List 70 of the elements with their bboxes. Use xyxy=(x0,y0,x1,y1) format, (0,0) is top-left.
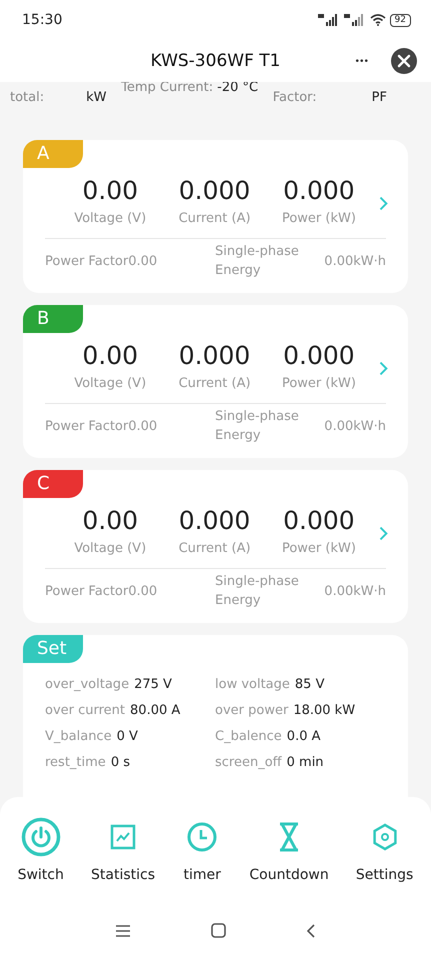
energy-value: 0.00kW·h xyxy=(324,254,386,268)
current-value: 0.000 xyxy=(178,341,250,370)
summary-label: total: xyxy=(10,90,44,105)
nav-button[interactable]: timer xyxy=(182,817,222,883)
setting-label: low voltage xyxy=(215,677,290,692)
current-label: Current (A) xyxy=(178,376,251,391)
status-time: 15:30 xyxy=(22,12,62,28)
power-factor: Power Factor0.00 xyxy=(45,418,158,434)
setting-value: 0 s xyxy=(110,755,130,770)
energy-label: Single-phase Energy xyxy=(215,408,300,445)
summary-value: kW xyxy=(86,90,106,105)
voltage-label: Voltage (V) xyxy=(74,376,146,391)
signal-icon xyxy=(318,14,340,26)
nav-button[interactable]: Statistics xyxy=(91,817,156,883)
setting-label: over power xyxy=(215,703,288,718)
setting-value: 0 min xyxy=(286,755,324,770)
nav-button[interactable]: Countdown xyxy=(249,817,329,883)
home-icon[interactable] xyxy=(211,923,226,938)
voltage-value: 0.00 xyxy=(82,506,138,535)
power-value: 0.000 xyxy=(283,176,355,205)
setting-label: C_balence xyxy=(215,729,282,744)
setting-label: over_voltage xyxy=(45,677,130,692)
power-label: Power (kW) xyxy=(282,211,356,226)
voltage-value: 0.00 xyxy=(82,176,138,205)
menu-icon[interactable] xyxy=(115,924,131,938)
power-factor: Power Factor0.00 xyxy=(45,584,158,598)
close-button[interactable] xyxy=(391,48,417,74)
setting-value: 80.00 A xyxy=(130,703,180,718)
current-label: Current (A) xyxy=(178,211,251,226)
power-factor: Power Factor0.00 xyxy=(45,254,158,268)
more-button[interactable]: ••• xyxy=(355,56,369,66)
setting-value: 275 V xyxy=(134,677,172,692)
battery-level: 92 xyxy=(390,14,411,26)
summary-value: PF xyxy=(372,90,387,105)
energy-label: Single-phase Energy xyxy=(215,243,300,280)
phase-badge: C xyxy=(23,470,83,498)
nav-button[interactable]: Switch xyxy=(18,817,64,883)
nav-button[interactable]: Settings xyxy=(356,817,414,883)
energy-value: 0.00kW·h xyxy=(324,584,386,598)
setting-label: V_balance xyxy=(45,729,112,744)
device-title: KWS-306WF T1 xyxy=(150,51,280,71)
setting-label: screen_off xyxy=(215,755,282,770)
signal-icon xyxy=(344,14,366,26)
voltage-value: 0.00 xyxy=(82,341,138,370)
summary-label: Factor: xyxy=(272,90,317,105)
summary-label: Temp Current: xyxy=(121,80,214,95)
power-value: 0.000 xyxy=(283,506,355,535)
setting-label: over current xyxy=(45,703,126,718)
energy-label: Single-phase Energy xyxy=(215,573,300,610)
power-label: Power (kW) xyxy=(282,541,356,556)
power-icon xyxy=(20,817,61,857)
wifi-icon xyxy=(370,14,386,26)
phase-badge: A xyxy=(23,140,83,168)
setting-label: rest_time xyxy=(45,755,106,770)
phase-badge: B xyxy=(23,305,83,333)
setting-value: 18.00 kW xyxy=(293,703,356,718)
current-value: 0.000 xyxy=(178,176,250,205)
back-icon[interactable] xyxy=(306,922,316,938)
current-value: 0.000 xyxy=(178,506,250,535)
setting-value: 85 V xyxy=(294,677,324,692)
voltage-label: Voltage (V) xyxy=(74,541,146,556)
voltage-label: Voltage (V) xyxy=(74,211,146,226)
close-icon xyxy=(397,54,411,68)
settings-badge: Set xyxy=(23,635,83,663)
current-label: Current (A) xyxy=(178,541,251,556)
power-value: 0.000 xyxy=(283,341,355,370)
setting-value: 0.0 A xyxy=(286,729,320,744)
energy-value: 0.00kW·h xyxy=(324,418,386,434)
power-label: Power (kW) xyxy=(282,376,356,391)
setting-value: 0 V xyxy=(116,729,138,744)
